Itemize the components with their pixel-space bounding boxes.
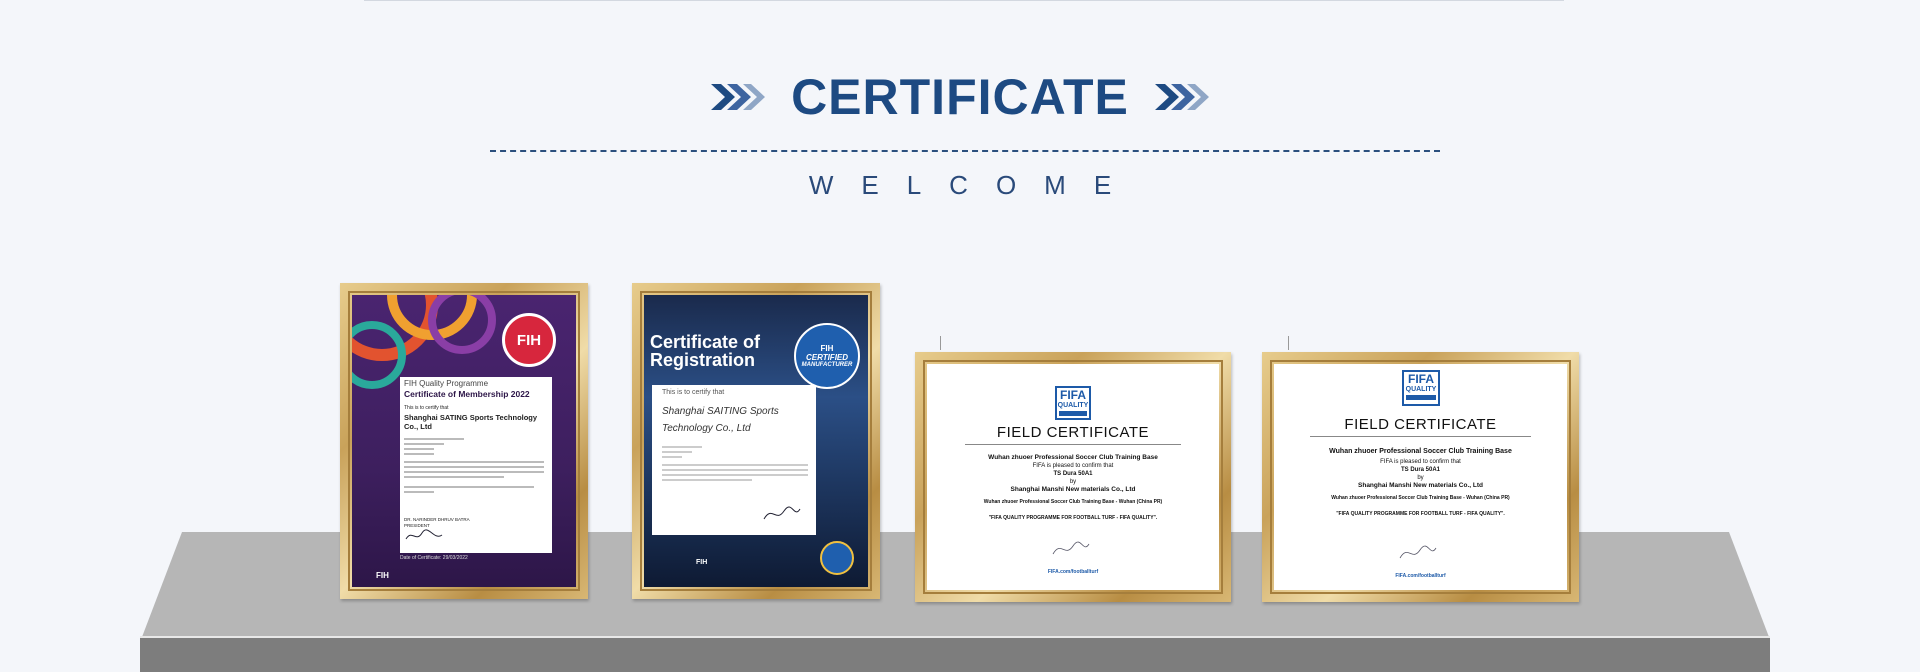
fih-quality-badge: FIH xyxy=(502,313,556,367)
page-title: CERTIFICATE xyxy=(791,69,1129,125)
certificate-frame-fifa-field-1[interactable]: FIFA QUALITY FIELD CERTIFICATE Wuhan zhu… xyxy=(915,352,1231,602)
fifa-quality-logo: FIFA QUALITY xyxy=(1402,370,1440,406)
certificate-fih-membership: FIH FIH Quality Programme Certificate of… xyxy=(352,295,576,587)
signature-icon xyxy=(763,506,801,520)
double-chevron-right-icon xyxy=(1154,84,1209,110)
welcome-subtitle: WELCOME xyxy=(808,170,1140,200)
fifa-quality-logo: FIFA QUALITY xyxy=(1055,386,1091,420)
dashed-divider xyxy=(490,150,1440,152)
section-header: CERTIFICATE xyxy=(0,62,1920,132)
shelf-front xyxy=(140,638,1770,672)
paragraph-placeholder xyxy=(662,443,808,484)
certificate-fifa-field-1: FIFA QUALITY FIELD CERTIFICATE Wuhan zhu… xyxy=(927,364,1219,590)
signature-icon xyxy=(405,529,443,540)
double-chevron-right-icon xyxy=(711,84,766,110)
certificate-fih-registration: Certificate of Registration FIH CERTIFIE… xyxy=(644,295,868,587)
certificate-frame-fih-membership[interactable]: FIH FIH Quality Programme Certificate of… xyxy=(340,283,588,599)
top-divider xyxy=(364,0,1564,1)
certificate-fifa-field-2: FIFA QUALITY FIELD CERTIFICATE Wuhan zhu… xyxy=(1274,364,1567,590)
signature-icon xyxy=(1399,545,1437,559)
certified-manufacturer-badge: FIH CERTIFIED MANUFACTURER xyxy=(794,323,860,389)
fih-footer-logo: FIH xyxy=(696,559,708,566)
certificate-frame-fih-registration[interactable]: Certificate of Registration FIH CERTIFIE… xyxy=(632,283,880,599)
signature-icon xyxy=(1052,541,1090,555)
fih-footer-logo: FIH xyxy=(376,571,389,580)
paragraph-placeholder xyxy=(404,435,544,496)
quality-seal-icon xyxy=(820,541,854,575)
certificate-frame-fifa-field-2[interactable]: FIFA QUALITY FIELD CERTIFICATE Wuhan zhu… xyxy=(1262,352,1579,602)
